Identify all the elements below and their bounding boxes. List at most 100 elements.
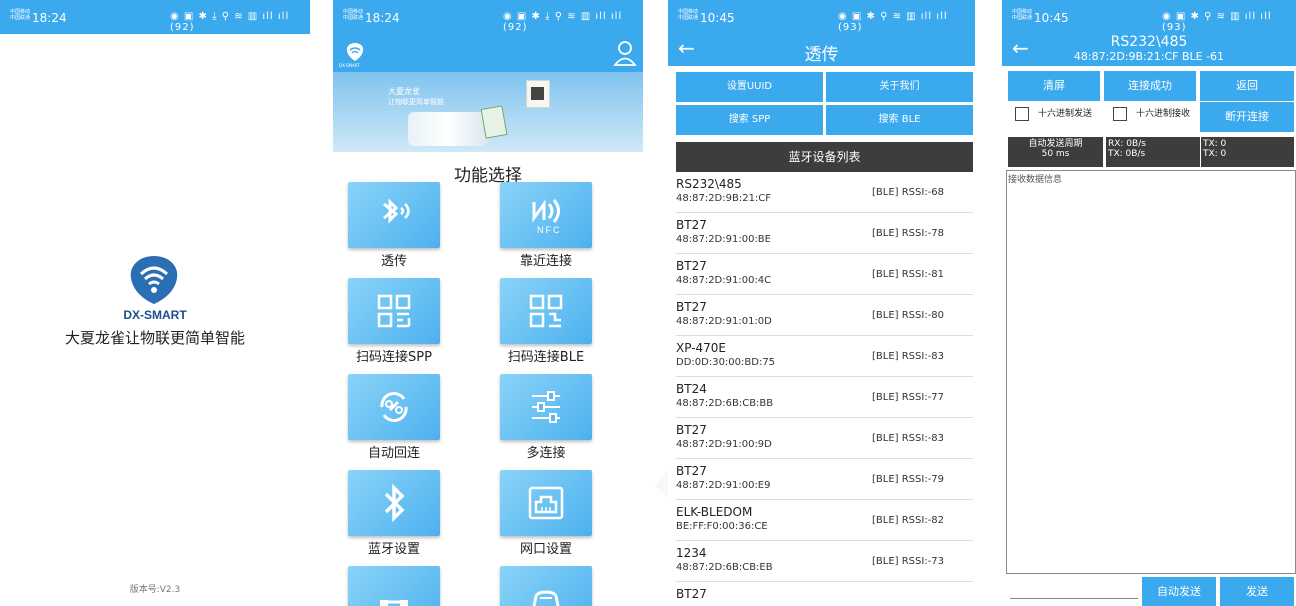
device-rssi: [BLE] RSSI:-78	[872, 228, 945, 239]
device-row[interactable]: BT27 48:87:2D:91:00:4C [BLE] RSSI:-81	[676, 254, 973, 295]
device-title: RS232\485	[1110, 34, 1188, 50]
device-name: BT27	[676, 300, 707, 314]
device-address: 48:87:2D:6B:CB:EB	[676, 562, 773, 573]
search-ble-button[interactable]: 搜索 BLE	[826, 105, 973, 135]
scan-spp-label: 扫码连接SPP	[356, 350, 432, 365]
return-button[interactable]: 返回	[1200, 71, 1294, 101]
device-list: RS232\485 48:87:2D:9B:21:CF [BLE] RSSI:-68…	[676, 172, 973, 606]
device-row[interactable]: RS232\485 48:87:2D:9B:21:CF [BLE] RSSI:-68	[676, 172, 973, 213]
disconnect-button[interactable]: 断开连接	[1200, 102, 1294, 132]
splash-screen: 中国移动 中国联通 18:24 ◉ ▣ ✱ ⤓ ⚲ ≋ ▥ ıll ıll (9…	[0, 0, 310, 606]
hex-recv-checkbox[interactable]	[1113, 107, 1127, 121]
qr-code-icon	[377, 294, 411, 328]
device-row[interactable]: BT24 48:87:2D:6B:CB:BB [BLE] RSSI:-77	[676, 377, 973, 418]
carrier-label: 中国移动 中国联通	[678, 9, 699, 21]
user-profile-icon[interactable]	[613, 40, 637, 66]
device-row[interactable]: XP-470E DD:0D:30:00:BD:75 [BLE] RSSI:-83	[676, 336, 973, 377]
ethernet-port-icon	[528, 486, 564, 520]
about-us-button[interactable]: 关于我们	[826, 72, 973, 102]
bluetooth-settings-button[interactable]	[348, 470, 440, 536]
device-address: 48:87:2D:6B:CB:BB	[676, 398, 774, 409]
set-uuid-button[interactable]: 设置UUID	[676, 72, 823, 102]
version-label: 版本号:V2.3	[129, 585, 181, 595]
device-row[interactable]: BT27 48:87:2D:91:00:E9 [BLE] RSSI:-79	[676, 459, 973, 500]
app-logo-text: DX-SMART	[339, 63, 360, 68]
qr-code-icon	[529, 294, 563, 328]
device-name: BT27	[676, 218, 707, 232]
auto-reconnect-label: 自动回连	[367, 446, 420, 461]
device-scan-screen: 中国移动 中国联通 10:45 ◉ ▣ ✱ ⚲ ≋ ▥ ıll ıll (93)…	[668, 0, 975, 606]
module-qr-image	[526, 80, 550, 108]
ethernet-settings-label: 网口设置	[519, 542, 572, 557]
status-time: 10:45	[1034, 11, 1069, 25]
device-subtitle: 48:87:2D:9B:21:CF BLE -61	[1073, 50, 1225, 63]
carrier-label: 中国移动 中国联通	[10, 9, 31, 21]
bluetooth-icon	[384, 483, 405, 523]
ethernet-settings-button[interactable]	[500, 470, 592, 536]
device-name: BT24	[676, 382, 707, 396]
banner-title: 大夏龙雀	[388, 87, 420, 96]
connection-status-button[interactable]: 连接成功	[1104, 71, 1196, 101]
slogan: 大夏龙雀让物联更简单智能	[64, 329, 245, 347]
network-nodes-icon	[380, 600, 408, 606]
device-row[interactable]: BT27	[676, 582, 973, 606]
device-address: 48:87:2D:91:01:0D	[676, 316, 772, 327]
status-time: 18:24	[365, 11, 400, 25]
more-function-button[interactable]	[348, 566, 440, 606]
device-name: BT27	[676, 259, 707, 273]
hex-send-checkbox[interactable]	[1015, 107, 1029, 121]
car-function-button[interactable]	[500, 566, 592, 606]
scan-ble-button[interactable]	[500, 278, 592, 344]
device-list-header: 蓝牙设备列表	[676, 142, 973, 172]
link-refresh-icon	[380, 392, 408, 422]
hex-recv-label: 十六进制接收	[1136, 109, 1191, 119]
device-row[interactable]: BT27 48:87:2D:91:00:BE [BLE] RSSI:-78	[676, 213, 973, 254]
device-row[interactable]: BT27 48:87:2D:91:00:9D [BLE] RSSI:-83	[676, 418, 973, 459]
clear-screen-button[interactable]: 清屏	[1008, 71, 1100, 101]
search-spp-button[interactable]: 搜索 SPP	[676, 105, 823, 135]
car-icon	[532, 590, 560, 606]
tx-count-2: TX: 0	[1203, 149, 1227, 159]
carrier-label: 中国移动 中国联通	[343, 9, 364, 21]
device-name: RS232\485	[676, 177, 742, 191]
scan-ble-label: 扫码连接BLE	[507, 350, 585, 365]
status-icons: ◉ ▣ ✱ ⚲ ≋ ▥ ıll ıll (93)	[838, 11, 948, 33]
receive-data-area[interactable]: 接收数据信息	[1006, 170, 1296, 574]
carrier-label: 中国移动 中国联通	[1012, 9, 1033, 21]
device-row[interactable]: ELK-BLEDOM BE:FF:F0:00:36:CE [BLE] RSSI:-8…	[676, 500, 973, 541]
passthrough-button[interactable]	[348, 182, 440, 248]
device-name: BT27	[676, 423, 707, 437]
device-rssi: [BLE] RSSI:-83	[872, 433, 945, 444]
auto-reconnect-button[interactable]	[348, 374, 440, 440]
receive-placeholder: 接收数据信息	[1008, 175, 1063, 185]
status-time: 18:24	[32, 11, 67, 25]
status-bar: 中国移动 中国联通 18:24 ◉ ▣ ✱ ⤓ ⚲ ≋ ▥ ıll ıll (9…	[333, 0, 643, 36]
rate-stats: RX: 0B/s TX: 0B/s	[1106, 137, 1200, 167]
device-row[interactable]: 1234 48:87:2D:6B:CB:EB [BLE] RSSI:-73	[676, 541, 973, 582]
nfc-connect-button[interactable]: NFC	[500, 182, 592, 248]
status-icons: ◉ ▣ ✱ ⤓ ⚲ ≋ ▥ ıll ıll (92)	[503, 11, 623, 33]
auto-send-button[interactable]: 自动发送	[1142, 577, 1216, 606]
scan-spp-button[interactable]	[348, 278, 440, 344]
device-name: BT27	[676, 464, 707, 478]
device-rssi: [BLE] RSSI:-82	[872, 515, 945, 526]
device-row[interactable]: BT27 48:87:2D:91:01:0D [BLE] RSSI:-80	[676, 295, 973, 336]
status-time: 10:45	[700, 11, 735, 25]
send-button[interactable]: 发送	[1220, 577, 1294, 606]
passthrough-label: 透传	[380, 254, 407, 269]
bluetooth-settings-label: 蓝牙设置	[367, 542, 420, 557]
device-rssi: [BLE] RSSI:-80	[872, 310, 945, 321]
status-icons: ◉ ▣ ✱ ⚲ ≋ ▥ ıll ıll (93)	[1162, 11, 1272, 33]
auto-send-period[interactable]: 自动发送周期 50 ms	[1008, 137, 1103, 167]
multi-connect-button[interactable]	[500, 374, 592, 440]
brand-name: DX-SMART	[123, 308, 187, 322]
device-address: 48:87:2D:91:00:BE	[676, 234, 771, 245]
send-text-input[interactable]	[1010, 598, 1138, 599]
tx-count: TX: 0	[1203, 139, 1227, 149]
count-stats: TX: 0 TX: 0	[1201, 137, 1294, 167]
device-rssi: [BLE] RSSI:-77	[872, 392, 945, 403]
banner-subtitle: 让物联更简单智能	[388, 98, 444, 106]
bluetooth-wave-icon	[383, 198, 410, 224]
device-rssi: [BLE] RSSI:-68	[872, 187, 945, 198]
svg-text:NFC: NFC	[537, 225, 562, 235]
